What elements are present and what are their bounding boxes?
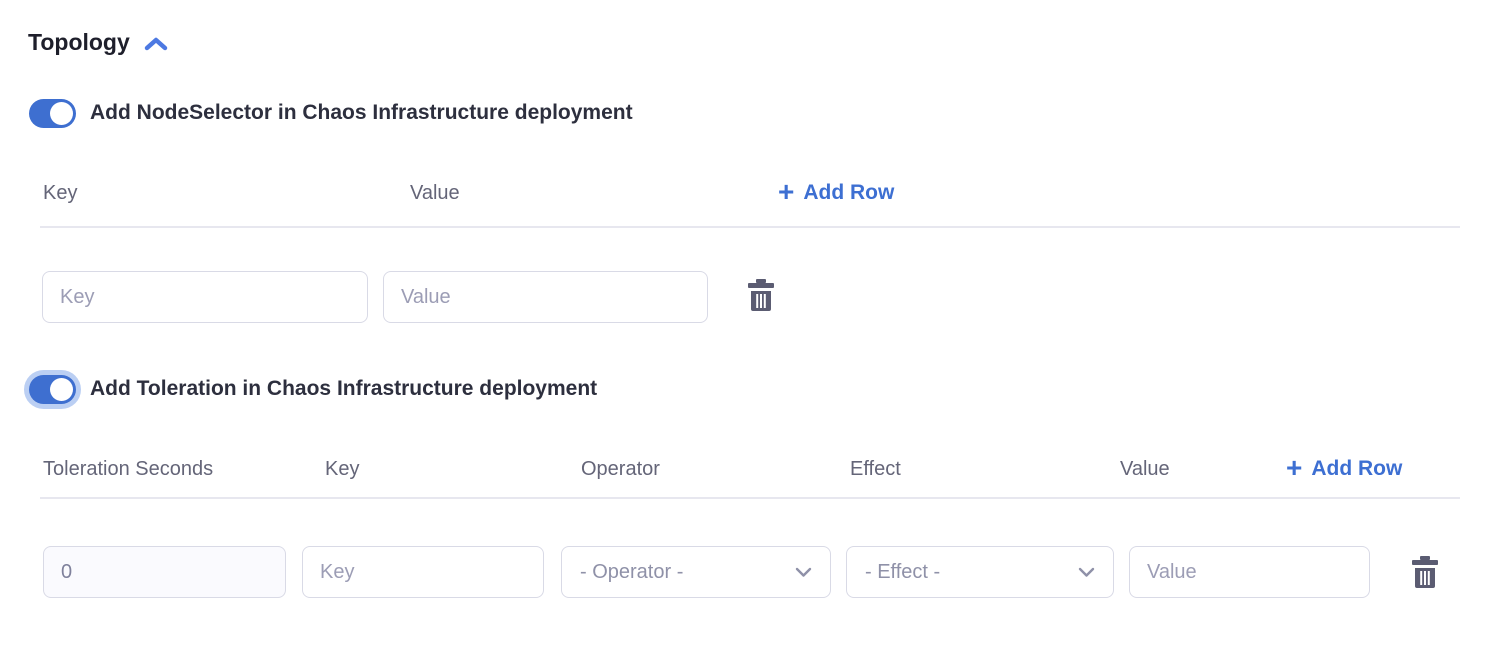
nodeselector-value-input[interactable]: [383, 271, 708, 323]
plus-icon: +: [778, 182, 794, 202]
column-header-key: Key: [43, 182, 77, 205]
toleration-toggle[interactable]: [29, 375, 76, 404]
column-header-toleration-seconds: Toleration Seconds: [43, 458, 213, 481]
add-row-label: Add Row: [1311, 457, 1402, 481]
chevron-down-icon: [795, 561, 812, 584]
effect-select-value: - Effect -: [865, 561, 940, 584]
plus-icon: +: [1286, 458, 1302, 478]
column-header-value: Value: [1120, 458, 1170, 481]
delete-row-button[interactable]: [1408, 556, 1442, 592]
table-header-divider: [40, 497, 1460, 499]
table-header-divider: [40, 226, 1460, 228]
operator-select-value: - Operator -: [580, 561, 683, 584]
chevron-down-icon: [1078, 561, 1095, 584]
trash-icon: [746, 279, 776, 316]
column-header-effect: Effect: [850, 458, 901, 481]
section-header-topology[interactable]: Topology: [28, 29, 168, 56]
trash-icon: [1410, 556, 1440, 593]
column-header-key: Key: [325, 458, 359, 481]
add-row-label: Add Row: [803, 181, 894, 205]
effect-select[interactable]: - Effect -: [846, 546, 1114, 598]
toleration-value-input[interactable]: [1129, 546, 1370, 598]
node-selector-toggle[interactable]: [29, 99, 76, 128]
toggle-knob: [50, 102, 73, 125]
column-header-operator: Operator: [581, 458, 660, 481]
node-selector-toggle-label: Add NodeSelector in Chaos Infrastructure…: [90, 101, 633, 125]
toggle-knob: [50, 378, 73, 401]
nodeselector-key-input[interactable]: [42, 271, 368, 323]
toleration-key-input[interactable]: [302, 546, 544, 598]
toleration-toggle-label: Add Toleration in Chaos Infrastructure d…: [90, 377, 597, 401]
add-row-button-toleration[interactable]: + Add Row: [1286, 457, 1402, 481]
delete-row-button[interactable]: [744, 279, 778, 315]
toleration-seconds-input[interactable]: [43, 546, 286, 598]
column-header-value: Value: [410, 182, 460, 205]
chevron-up-icon[interactable]: [144, 33, 168, 52]
topology-settings-panel: Topology Add NodeSelector in Chaos Infra…: [0, 0, 1500, 670]
add-row-button-nodeselector[interactable]: + Add Row: [778, 181, 894, 205]
operator-select[interactable]: - Operator -: [561, 546, 831, 598]
section-title: Topology: [28, 29, 130, 56]
